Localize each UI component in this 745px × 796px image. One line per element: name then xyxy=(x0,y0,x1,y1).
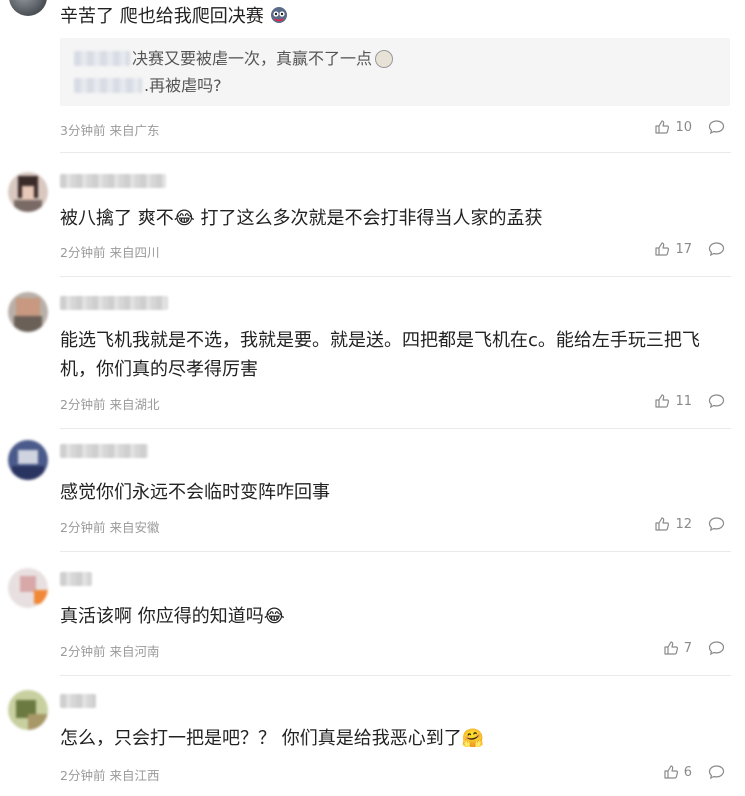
divider xyxy=(60,675,731,676)
divider xyxy=(60,276,731,277)
comment-text: 怎么，只会打一把是吧？？ 你们真是给我恶心到了🤗 xyxy=(60,728,485,749)
comment-meta: 2分钟前 来自湖北 xyxy=(60,394,159,413)
like-button[interactable]: 11 xyxy=(654,393,692,409)
comment-text: 能选飞机我就是不选，我就是要。就是送。四把都是飞机在c。能给左手玩三把飞机，你们… xyxy=(60,330,700,380)
divider xyxy=(60,551,731,552)
ghost-emoji-icon xyxy=(269,6,289,27)
username[interactable] xyxy=(60,444,148,458)
comment-meta: 3分钟前 来自广东 xyxy=(60,120,159,139)
thumbs-up-icon xyxy=(655,517,670,531)
comment-text: 被八擒了 爽不😂 打了这么多次就是不会打非得当人家的孟获 xyxy=(60,208,543,229)
like-count: 12 xyxy=(675,516,692,532)
username[interactable] xyxy=(60,694,96,708)
comment-time: 2分钟前 xyxy=(60,245,106,260)
comment-bubble-icon xyxy=(708,394,725,409)
like-button[interactable]: 12 xyxy=(654,516,692,532)
comment-meta: 2分钟前 来自河南 xyxy=(60,641,159,660)
like-count: 7 xyxy=(683,640,692,656)
blurred-username xyxy=(74,78,142,93)
comment-text: 感觉你们永远不会临时变阵咋回事 xyxy=(60,482,330,503)
quoted-reply[interactable]: 决赛又要被虐一次，真赢不了一点 .再被虐吗? xyxy=(60,38,730,106)
divider xyxy=(60,152,731,153)
username[interactable] xyxy=(60,174,166,188)
like-button[interactable]: 7 xyxy=(663,640,692,656)
thumbs-up-icon xyxy=(655,242,670,256)
avatar[interactable] xyxy=(8,440,48,480)
comment-meta: 2分钟前 来自江西 xyxy=(60,765,159,784)
reply-button[interactable] xyxy=(708,393,725,413)
comment-bubble-icon xyxy=(708,765,725,780)
avatar[interactable] xyxy=(8,172,48,212)
comment-text-content: 辛苦了 爬也给我爬回决赛 xyxy=(60,6,264,27)
comment-time: 3分钟前 xyxy=(60,123,106,138)
avatar[interactable] xyxy=(8,690,48,730)
comment-text: 辛苦了 爬也给我爬回决赛 xyxy=(60,2,731,31)
like-count: 6 xyxy=(683,764,692,780)
username[interactable] xyxy=(60,572,92,586)
comment-bubble-icon xyxy=(708,120,725,135)
comment-location: 来自四川 xyxy=(109,245,160,260)
like-button[interactable]: 10 xyxy=(654,119,692,135)
comment-location: 来自江西 xyxy=(109,768,160,783)
comment-location: 来自河南 xyxy=(109,644,160,659)
thumbs-up-icon xyxy=(655,394,670,408)
comment-bubble-icon xyxy=(708,517,725,532)
avatar[interactable] xyxy=(8,292,48,332)
comment-time: 2分钟前 xyxy=(60,768,106,783)
like-button[interactable]: 17 xyxy=(654,241,692,257)
username[interactable] xyxy=(60,296,168,310)
comment-text: 真活该啊 你应得的知道吗😂 xyxy=(60,606,285,627)
like-count: 17 xyxy=(675,241,692,257)
reply-button[interactable] xyxy=(708,241,725,261)
comment-time: 2分钟前 xyxy=(60,397,106,412)
like-count: 11 xyxy=(675,393,692,409)
reply-button[interactable] xyxy=(708,764,725,784)
reply-button[interactable] xyxy=(708,640,725,660)
divider xyxy=(60,428,731,429)
blurred-username xyxy=(74,51,130,66)
comment-location: 来自湖北 xyxy=(109,397,160,412)
comment-time: 2分钟前 xyxy=(60,644,106,659)
comment-meta: 2分钟前 来自四川 xyxy=(60,242,159,261)
like-button[interactable]: 6 xyxy=(663,764,692,780)
thumbs-up-icon xyxy=(664,765,678,779)
comment-time: 2分钟前 xyxy=(60,520,106,535)
like-count: 10 xyxy=(675,119,692,135)
comment-bubble-icon xyxy=(708,242,725,257)
comment-meta: 2分钟前 来自安徽 xyxy=(60,517,159,536)
thumbs-up-icon xyxy=(664,641,678,655)
reply-button[interactable] xyxy=(708,516,725,536)
reply-button[interactable] xyxy=(708,119,725,139)
comment-bubble-icon xyxy=(708,641,725,656)
quote-text: .再被虐吗? xyxy=(144,76,222,95)
avatar[interactable] xyxy=(9,0,47,16)
thumbs-up-icon xyxy=(655,120,670,134)
quote-text: 决赛又要被虐一次，真赢不了一点 xyxy=(132,49,373,68)
comment-location: 来自安徽 xyxy=(109,520,160,535)
comment-location: 来自广东 xyxy=(109,123,160,138)
avatar[interactable] xyxy=(8,568,48,608)
glasses-emoji-icon xyxy=(375,49,394,68)
